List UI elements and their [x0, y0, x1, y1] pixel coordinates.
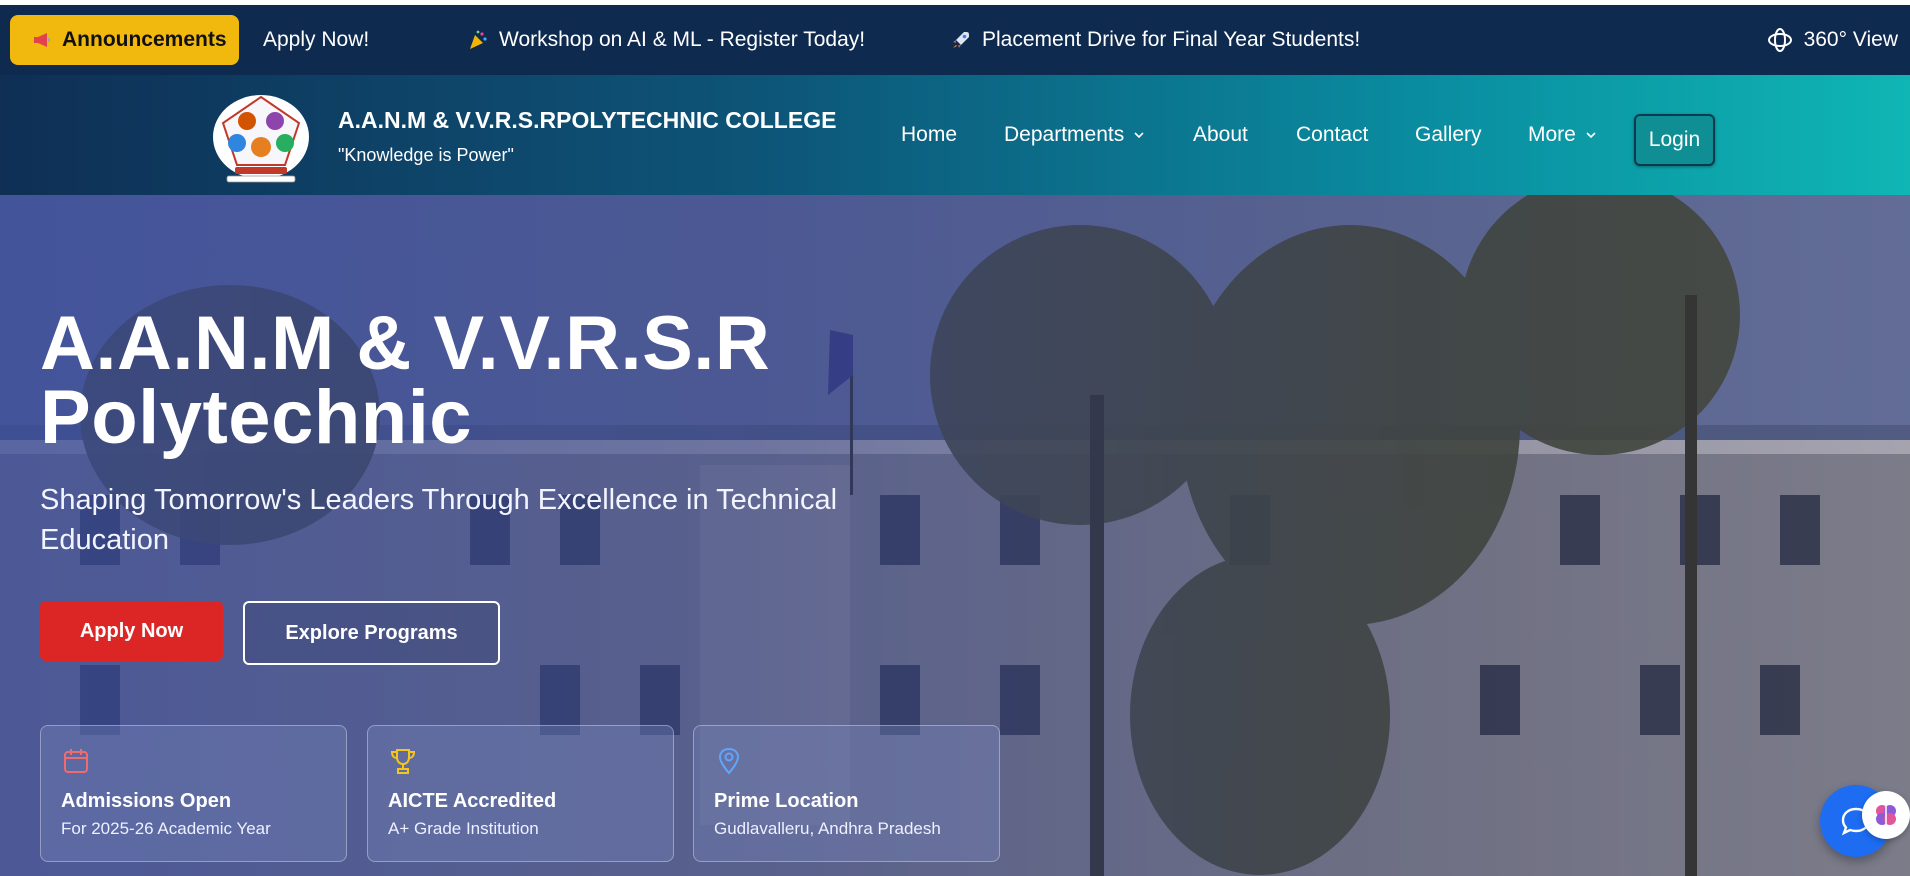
announcements-label: Announcements — [62, 28, 227, 51]
card-title: AICTE Accredited — [388, 790, 557, 812]
megaphone-icon — [34, 33, 50, 47]
card-subtitle: A+ Grade Institution — [388, 819, 539, 838]
info-card-admissions[interactable]: Admissions Open For 2025-26 Academic Yea… — [40, 725, 347, 862]
chevron-down-icon — [1134, 132, 1144, 139]
site-header: A.A.N.M & V.V.R.S.RPOLYTECHNIC COLLEGE "… — [0, 75, 1910, 195]
nav-more-label: More — [1528, 123, 1576, 146]
ticker-text: Apply Now! — [263, 28, 370, 51]
nav-contact-label: Contact — [1296, 123, 1369, 146]
card-subtitle: Gudlavalleru, Andhra Pradesh — [714, 819, 941, 838]
nav-gallery-label: Gallery — [1415, 123, 1482, 146]
info-card-accreditation[interactable]: AICTE Accredited A+ Grade Institution — [367, 725, 674, 862]
announcement-bar: Announcements Apply Now! Workshop on AI … — [0, 5, 1910, 75]
ticker-item-apply[interactable]: Apply Now! — [263, 5, 369, 75]
hero-title: A.A.N.M & V.V.R.S.R Polytechnic — [40, 301, 940, 460]
hero-section: A.A.N.M & V.V.R.S.R Polytechnic Shaping … — [0, 195, 1910, 876]
rocket-icon — [953, 32, 969, 48]
nav-home-label: Home — [901, 123, 958, 146]
nav-gallery[interactable]: Gallery — [1415, 123, 1482, 147]
nav-departments-label: Departments — [1004, 123, 1125, 146]
hero-title-line2: Polytechnic — [40, 375, 473, 460]
location-pin-icon — [718, 747, 740, 775]
rotate-360-icon — [1767, 28, 1792, 52]
nav-departments[interactable]: Departments — [1004, 123, 1146, 147]
calendar-icon — [64, 749, 88, 773]
ticker-item-workshop[interactable]: Workshop on AI & ML - Register Today! — [467, 5, 865, 75]
nav-about-label: About — [1193, 123, 1248, 146]
ai-assistant-button[interactable] — [1862, 791, 1910, 839]
chevron-down-icon — [1586, 132, 1596, 139]
hero-title-line1: A.A.N.M & V.V.R.S.R — [40, 301, 771, 386]
brain-icon — [1876, 805, 1896, 825]
apply-now-button[interactable]: Apply Now — [40, 601, 223, 661]
view-360-label: 360° View — [1803, 28, 1898, 51]
ticker-text: Placement Drive for Final Year Students! — [982, 28, 1361, 51]
explore-programs-button[interactable]: Explore Programs — [243, 601, 500, 665]
card-title: Prime Location — [714, 790, 859, 812]
card-title: Admissions Open — [61, 790, 232, 812]
page: Announcements Apply Now! Workshop on AI … — [0, 0, 1910, 876]
ticker-text: Workshop on AI & ML - Register Today! — [499, 28, 866, 51]
login-button[interactable]: Login — [1634, 114, 1715, 166]
card-subtitle: For 2025-26 Academic Year — [61, 819, 271, 838]
announcements-badge[interactable]: Announcements — [10, 15, 239, 65]
nav-home[interactable]: Home — [901, 123, 957, 147]
trophy-icon — [390, 749, 416, 774]
main-nav: Home Departments About Contact Gallery M… — [0, 75, 1910, 195]
view-360-link[interactable]: 360° View — [1766, 5, 1898, 75]
nav-about[interactable]: About — [1193, 123, 1248, 147]
ticker-item-placement[interactable]: Placement Drive for Final Year Students! — [950, 5, 1360, 75]
party-popper-icon — [470, 30, 487, 49]
nav-more[interactable]: More — [1528, 123, 1598, 147]
hero-subtitle: Shaping Tomorrow's Leaders Through Excel… — [40, 484, 838, 556]
info-card-location[interactable]: Prime Location Gudlavalleru, Andhra Prad… — [693, 725, 1000, 862]
nav-contact[interactable]: Contact — [1296, 123, 1368, 147]
